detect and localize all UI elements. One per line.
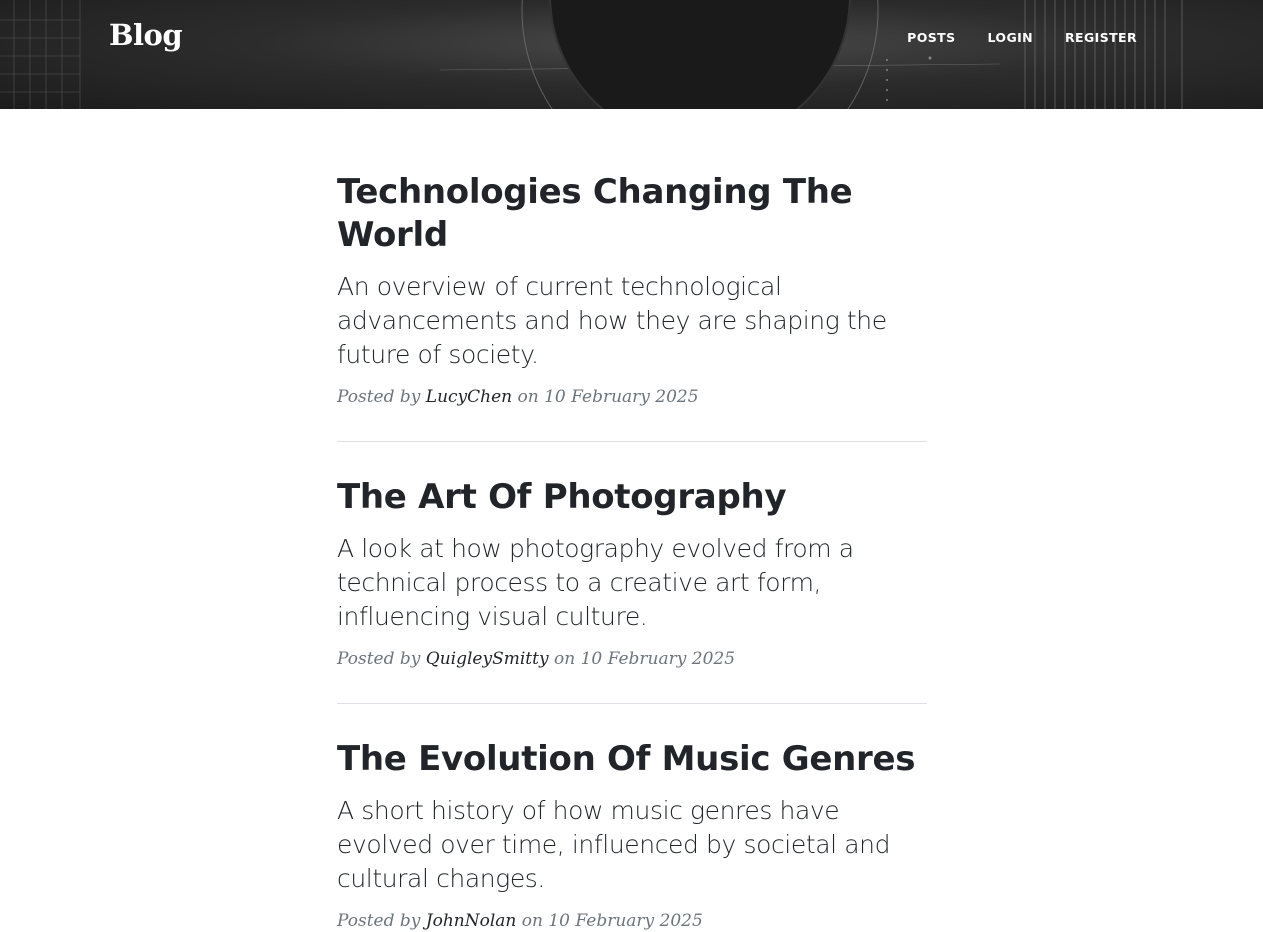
post-title[interactable]: The Evolution Of Music Genres bbox=[337, 738, 927, 781]
post-subtitle[interactable]: A short history of how music genres have… bbox=[337, 794, 927, 896]
nav-posts-link[interactable]: POSTS bbox=[907, 30, 955, 45]
post-divider bbox=[337, 703, 927, 704]
post-meta: Posted by JohnNolan on 10 February 2025 bbox=[337, 910, 927, 932]
post-list: Technologies Changing The World An overv… bbox=[337, 171, 927, 932]
main-nav: POSTS LOGIN REGISTER bbox=[907, 30, 1137, 45]
nav-login-link[interactable]: LOGIN bbox=[988, 30, 1034, 45]
post-author-link[interactable]: QuigleySmitty bbox=[426, 649, 549, 669]
post-date: 10 February 2025 bbox=[580, 649, 736, 669]
post-title[interactable]: Technologies Changing The World bbox=[337, 171, 927, 257]
post-author-link[interactable]: LucyChen bbox=[426, 387, 512, 407]
post-meta: Posted by QuigleySmitty on 10 February 2… bbox=[337, 648, 927, 670]
post-date: 10 February 2025 bbox=[544, 387, 699, 407]
posted-by-label: Posted by bbox=[337, 911, 421, 931]
page-header: Blog POSTS LOGIN REGISTER bbox=[0, 0, 1263, 109]
nav-register-link[interactable]: REGISTER bbox=[1065, 30, 1137, 45]
post-subtitle[interactable]: An overview of current technological adv… bbox=[337, 270, 927, 372]
post-meta: Posted by LucyChen on 10 February 2025 bbox=[337, 386, 927, 408]
on-label: on bbox=[553, 649, 576, 669]
posted-by-label: Posted by bbox=[337, 387, 421, 407]
brand-logo[interactable]: Blog bbox=[109, 18, 183, 52]
header-background-image bbox=[0, 0, 1183, 109]
post-preview[interactable]: The Art Of Photography A look at how pho… bbox=[337, 476, 927, 670]
post-divider bbox=[337, 441, 927, 442]
post-preview[interactable]: Technologies Changing The World An overv… bbox=[337, 171, 927, 408]
posted-by-label: Posted by bbox=[337, 649, 421, 669]
post-author-link[interactable]: JohnNolan bbox=[426, 911, 517, 931]
on-label: on bbox=[521, 911, 543, 931]
post-preview[interactable]: The Evolution Of Music Genres A short hi… bbox=[337, 738, 927, 932]
on-label: on bbox=[517, 387, 539, 407]
post-title[interactable]: The Art Of Photography bbox=[337, 476, 927, 519]
post-subtitle[interactable]: A look at how photography evolved from a… bbox=[337, 532, 927, 634]
post-date: 10 February 2025 bbox=[548, 911, 703, 931]
